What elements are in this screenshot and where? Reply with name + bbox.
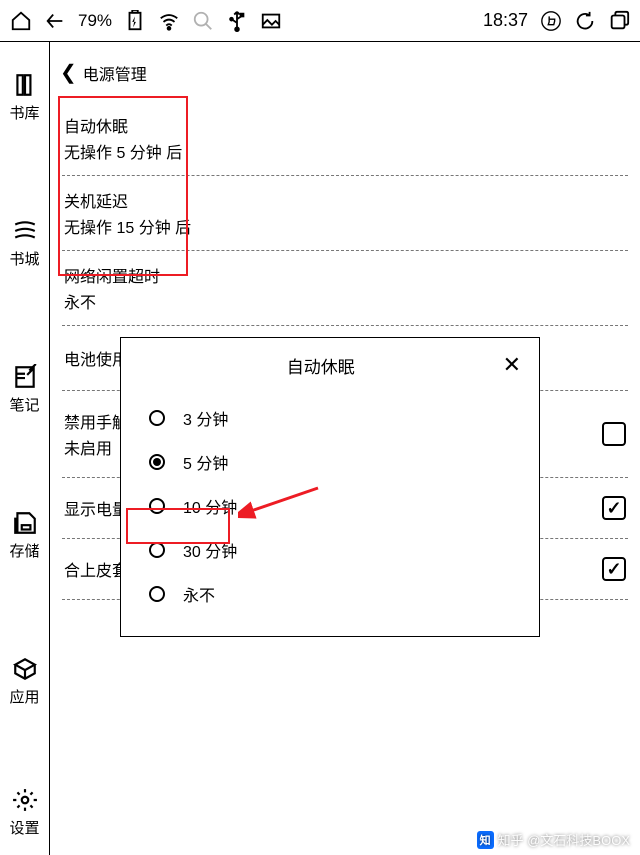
sidebar-item-label: 书城 bbox=[9, 248, 39, 269]
modal-title: 自动休眠 bbox=[139, 353, 503, 378]
radio-icon bbox=[149, 410, 165, 426]
watermark-text: 知乎 @文石科技BOOX bbox=[498, 830, 630, 849]
battery-percentage: 79% bbox=[78, 11, 112, 31]
radio-option-10min[interactable]: 10 分钟 bbox=[141, 484, 519, 528]
usb-icon bbox=[226, 10, 248, 32]
radio-icon bbox=[149, 586, 165, 602]
close-icon[interactable]: ✕ bbox=[503, 352, 521, 378]
setting-sub: 永不 bbox=[64, 289, 626, 313]
setting-network-timeout[interactable]: 网络闲置超时 永不 bbox=[62, 251, 628, 326]
status-bar: 79% 18:37 bbox=[0, 0, 640, 42]
chevron-left-icon: ❮ bbox=[60, 60, 77, 85]
sidebar-item-label: 设置 bbox=[9, 817, 39, 838]
sidebar-item-storage[interactable]: 存储 bbox=[0, 510, 49, 561]
page-title: 电源管理 bbox=[83, 61, 147, 85]
radio-option-30min[interactable]: 30 分钟 bbox=[141, 528, 519, 572]
setting-title: 合上皮套 bbox=[64, 557, 128, 581]
clock-time: 18:37 bbox=[483, 10, 528, 31]
radio-option-never[interactable]: 永不 bbox=[141, 572, 519, 616]
sidebar: 书库 书城 笔记 存储 应用 设置 bbox=[0, 42, 50, 855]
setting-sub: 无操作 5 分钟 后 bbox=[64, 139, 626, 163]
radio-option-5min[interactable]: 5 分钟 bbox=[141, 440, 519, 484]
setting-shutdown-delay[interactable]: 关机延迟 无操作 15 分钟 后 bbox=[62, 176, 628, 251]
checkbox-disable-touch[interactable] bbox=[602, 422, 626, 446]
setting-title: 关机延迟 bbox=[64, 188, 626, 212]
wifi-icon[interactable] bbox=[158, 10, 180, 32]
sidebar-item-label: 笔记 bbox=[9, 394, 39, 415]
setting-auto-sleep[interactable]: 自动休眠 无操作 5 分钟 后 bbox=[62, 101, 628, 176]
radio-label: 30 分钟 bbox=[183, 538, 237, 562]
setting-sub: 未启用 bbox=[64, 435, 128, 459]
home-icon[interactable] bbox=[10, 10, 32, 32]
setting-title: 禁用手触 bbox=[64, 409, 128, 433]
sidebar-item-label: 书库 bbox=[9, 102, 39, 123]
sidebar-item-label: 存储 bbox=[9, 540, 39, 561]
zhihu-logo-icon: 知 bbox=[477, 831, 494, 849]
radio-label: 3 分钟 bbox=[183, 406, 228, 430]
radio-icon bbox=[149, 542, 165, 558]
radio-label: 10 分钟 bbox=[183, 494, 237, 518]
watermark: 知 知乎 @文石科技BOOX bbox=[477, 830, 630, 849]
radio-option-3min[interactable]: 3 分钟 bbox=[141, 396, 519, 440]
radio-label: 5 分钟 bbox=[183, 450, 228, 474]
sidebar-item-apps[interactable]: 应用 bbox=[0, 656, 49, 707]
sidebar-item-label: 应用 bbox=[9, 686, 39, 707]
refresh-icon[interactable] bbox=[574, 10, 596, 32]
setting-sub: 无操作 15 分钟 后 bbox=[64, 214, 626, 238]
setting-title: 自动休眠 bbox=[64, 113, 626, 137]
back-icon[interactable] bbox=[44, 10, 66, 32]
setting-title: 网络闲置超时 bbox=[64, 263, 626, 287]
battery-icon bbox=[124, 10, 146, 32]
checkbox-cover-close[interactable]: ✓ bbox=[602, 557, 626, 581]
page-back-button[interactable]: ❮ 电源管理 bbox=[50, 42, 640, 101]
sidebar-item-notes[interactable]: 笔记 bbox=[0, 364, 49, 415]
sidebar-item-library[interactable]: 书库 bbox=[0, 72, 49, 123]
radio-icon bbox=[149, 498, 165, 514]
search-icon[interactable] bbox=[192, 10, 214, 32]
touch-icon[interactable] bbox=[540, 10, 562, 32]
radio-icon bbox=[149, 454, 165, 470]
image-icon bbox=[260, 10, 282, 32]
setting-title: 显示电量 bbox=[64, 496, 128, 520]
radio-label: 永不 bbox=[183, 582, 215, 606]
sidebar-item-store[interactable]: 书城 bbox=[0, 218, 49, 269]
sidebar-item-settings[interactable]: 设置 bbox=[0, 787, 49, 838]
checkbox-show-battery[interactable]: ✓ bbox=[602, 496, 626, 520]
multitask-icon[interactable] bbox=[608, 10, 630, 32]
modal-auto-sleep: 自动休眠 ✕ 3 分钟 5 分钟 10 分钟 30 分钟 永不 bbox=[120, 337, 540, 637]
